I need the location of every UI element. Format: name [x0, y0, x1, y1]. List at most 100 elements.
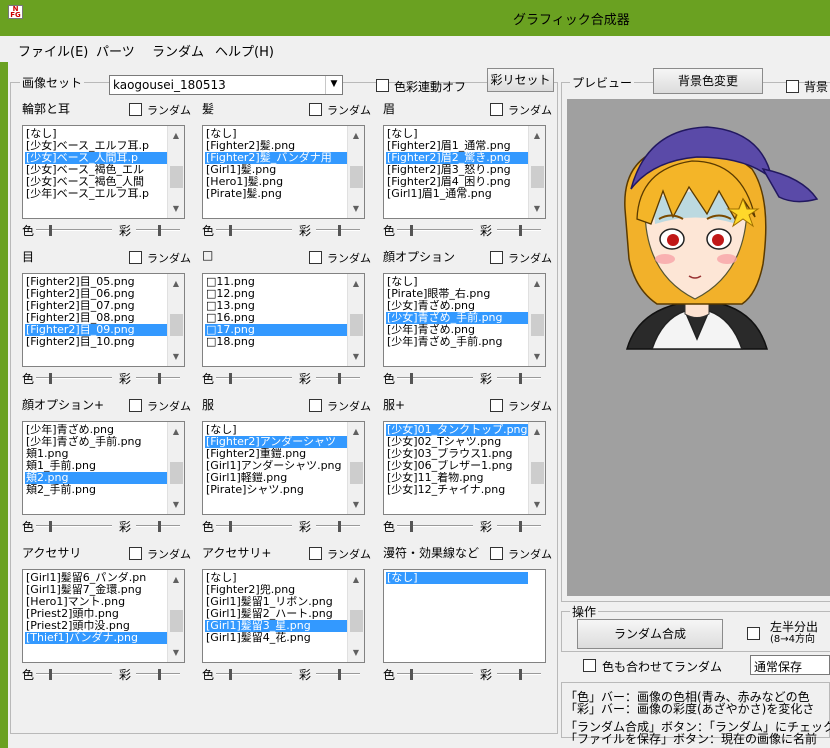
scroll-up-icon[interactable]: ▲ [168, 276, 184, 291]
part-1-color-slider[interactable] [216, 229, 292, 231]
part-2-color-thumb[interactable] [410, 225, 413, 236]
part-5-color-thumb[interactable] [410, 373, 413, 384]
scroll-up-icon[interactable]: ▲ [529, 276, 545, 291]
list-item[interactable]: [Pirate]シャツ.png [205, 484, 347, 496]
menu-help[interactable]: ヘルプ(H) [215, 41, 274, 60]
scroll-up-icon[interactable]: ▲ [168, 572, 184, 587]
scroll-thumb[interactable] [531, 314, 544, 336]
scroll-thumb[interactable] [350, 462, 363, 484]
part-11-color-slider[interactable] [397, 673, 473, 675]
list-item[interactable]: [Fighter2]重鎧.png [205, 448, 347, 460]
part-3-listbox[interactable]: [Fighter2]目_05.png [Fighter2]目_06.png [Fig… [22, 273, 185, 367]
part-0-random-checkbox[interactable] [129, 103, 142, 116]
list-item[interactable]: [Girl1]髪留2_ハート.png [205, 608, 347, 620]
part-0-color-slider[interactable] [36, 229, 112, 231]
list-item[interactable]: [少女]ベース_褐色_エル [25, 164, 167, 176]
scroll-down-icon[interactable]: ▼ [168, 497, 184, 512]
list-item[interactable]: [Thief1]バンダナ.png [25, 632, 167, 644]
part-3-random-checkbox[interactable] [129, 251, 142, 264]
part-10-sat-thumb[interactable] [338, 669, 341, 680]
part-5-scrollbar[interactable]: ▲ ▼ [528, 274, 545, 366]
scroll-up-icon[interactable]: ▲ [348, 128, 364, 143]
part-9-sat-thumb[interactable] [158, 669, 161, 680]
part-10-scrollbar[interactable]: ▲ ▼ [347, 570, 364, 662]
list-item[interactable]: [なし] [386, 276, 528, 288]
part-9-random-checkbox[interactable] [129, 547, 142, 560]
scroll-up-icon[interactable]: ▲ [348, 424, 364, 439]
background-checkbox[interactable] [786, 80, 799, 93]
list-item[interactable]: [Girl1]髪留4_花.png [205, 632, 347, 644]
scroll-thumb[interactable] [170, 610, 183, 632]
list-item[interactable]: 頬2_手前.png [25, 484, 167, 496]
list-item[interactable]: [Fighter2]兜.png [205, 584, 347, 596]
part-6-color-thumb[interactable] [49, 521, 52, 532]
scroll-down-icon[interactable]: ▼ [529, 497, 545, 512]
scroll-up-icon[interactable]: ▲ [168, 424, 184, 439]
list-item[interactable]: [Pirate]髪.png [205, 188, 347, 200]
list-item[interactable]: [Fighter2]目_07.png [25, 300, 167, 312]
scroll-down-icon[interactable]: ▼ [348, 201, 364, 216]
part-7-scrollbar[interactable]: ▲ ▼ [347, 422, 364, 514]
scroll-down-icon[interactable]: ▼ [168, 349, 184, 364]
list-item[interactable]: [なし] [205, 424, 347, 436]
scroll-down-icon[interactable]: ▼ [348, 349, 364, 364]
list-item[interactable]: 頬1_手前.png [25, 460, 167, 472]
scroll-down-icon[interactable]: ▼ [168, 201, 184, 216]
part-2-scrollbar[interactable]: ▲ ▼ [528, 126, 545, 218]
part-8-sat-thumb[interactable] [519, 521, 522, 532]
split-checkbox[interactable] [747, 627, 760, 640]
part-2-sat-thumb[interactable] [519, 225, 522, 236]
part-6-listbox[interactable]: [少年]青ざめ.png [少年]青ざめ_手前.png 頬1.png 頬1_手前.png… [22, 421, 185, 515]
part-4-scrollbar[interactable]: ▲ ▼ [347, 274, 364, 366]
list-item[interactable]: [Fighter2]アンダーシャツ [205, 436, 347, 448]
list-item[interactable]: [Girl1]髪留7_金環.png [25, 584, 167, 596]
part-6-scrollbar[interactable]: ▲ ▼ [167, 422, 184, 514]
part-9-listbox[interactable]: [Girl1]髪留6_パンダ.pn [Girl1]髪留7_金環.png [Hero1… [22, 569, 185, 663]
list-item[interactable]: [少女]12_チャイナ.png [386, 484, 528, 496]
list-item[interactable]: □17.png [205, 324, 347, 336]
list-item[interactable]: [少女]青ざめ_手前.png [386, 312, 528, 324]
part-4-color-slider[interactable] [216, 377, 292, 379]
list-item[interactable]: [少女]02_Tシャツ.png [386, 436, 528, 448]
scroll-thumb[interactable] [170, 314, 183, 336]
saturation-reset-button[interactable]: 彩リセット [487, 68, 554, 92]
scroll-up-icon[interactable]: ▲ [168, 128, 184, 143]
save-mode-combo[interactable]: 通常保存 [750, 655, 830, 675]
scroll-down-icon[interactable]: ▼ [529, 349, 545, 364]
list-item[interactable]: □16.png [205, 312, 347, 324]
part-7-color-thumb[interactable] [229, 521, 232, 532]
list-item[interactable]: [Fighter2]眉1_通常.png [386, 140, 528, 152]
list-item[interactable]: [少女]06_ブレザー1.png [386, 460, 528, 472]
part-11-random-checkbox[interactable] [490, 547, 503, 560]
list-item[interactable]: [少女]ベース_人間耳.p [25, 152, 167, 164]
scroll-up-icon[interactable]: ▲ [348, 572, 364, 587]
list-item[interactable]: [Girl1]髪.png [205, 164, 347, 176]
list-item[interactable]: [Hero1]髪.png [205, 176, 347, 188]
background-color-button[interactable]: 背景色変更 [653, 68, 763, 94]
scroll-up-icon[interactable]: ▲ [529, 128, 545, 143]
part-7-random-checkbox[interactable] [309, 399, 322, 412]
part-5-color-slider[interactable] [397, 377, 473, 379]
scroll-up-icon[interactable]: ▲ [529, 424, 545, 439]
scroll-down-icon[interactable]: ▼ [348, 645, 364, 660]
part-4-sat-thumb[interactable] [338, 373, 341, 384]
part-0-color-thumb[interactable] [49, 225, 52, 236]
scroll-down-icon[interactable]: ▼ [168, 645, 184, 660]
part-4-random-checkbox[interactable] [309, 251, 322, 264]
list-item[interactable]: 頬2.png [25, 472, 167, 484]
part-6-sat-thumb[interactable] [158, 521, 161, 532]
part-1-scrollbar[interactable]: ▲ ▼ [347, 126, 364, 218]
part-1-color-thumb[interactable] [229, 225, 232, 236]
part-4-color-thumb[interactable] [229, 373, 232, 384]
part-3-color-slider[interactable] [36, 377, 112, 379]
list-item[interactable]: [Girl1]眉1_通常.png [386, 188, 528, 200]
list-item[interactable]: [Fighter2]髪.png [205, 140, 347, 152]
part-6-color-slider[interactable] [36, 525, 112, 527]
list-item[interactable]: [Fighter2]目_10.png [25, 336, 167, 348]
part-3-sat-thumb[interactable] [158, 373, 161, 384]
part-0-sat-thumb[interactable] [158, 225, 161, 236]
part-5-listbox[interactable]: [なし] [Pirate]眼帯_右.png [少女]青ざめ.png [少女]青ざめ_手… [383, 273, 546, 367]
list-item[interactable]: [Girl1]アンダーシャツ.png [205, 460, 347, 472]
list-item[interactable]: [少年]青ざめ_手前.png [25, 436, 167, 448]
list-item[interactable]: [なし] [25, 128, 167, 140]
